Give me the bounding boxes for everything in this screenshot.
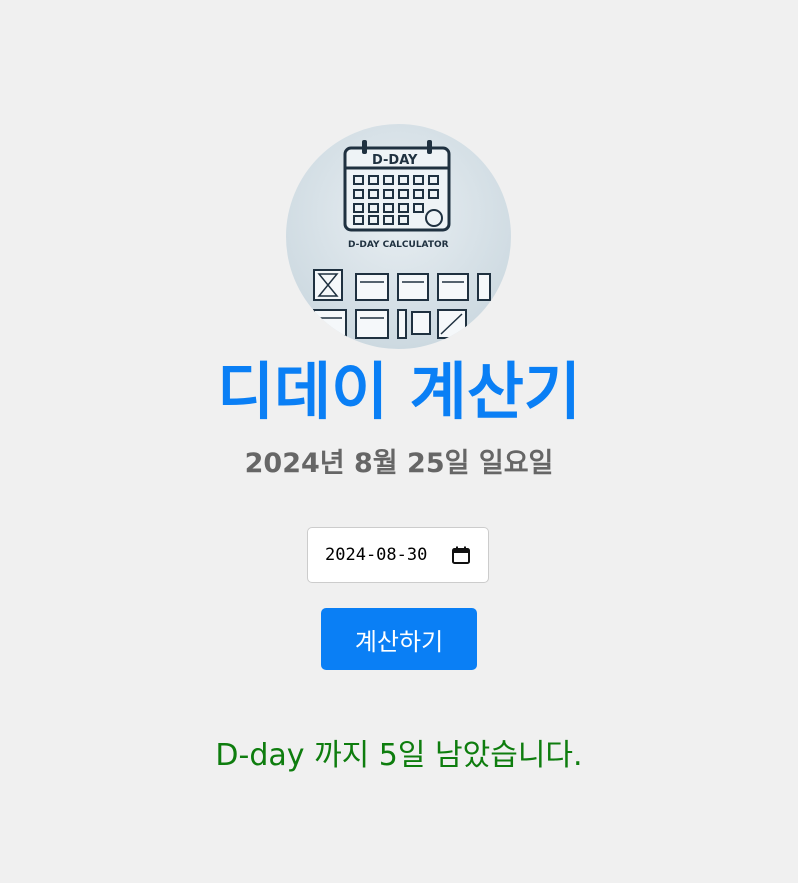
calculate-button[interactable]: 계산하기 — [321, 608, 477, 670]
logo-text: D-DAY — [372, 153, 418, 168]
calendar-illustration-icon: D-DAY D-DAY CALCULATOR — [313, 140, 491, 339]
target-date-value: 2024-08-30 — [325, 545, 428, 565]
page-title: 디데이 계산기 — [217, 355, 581, 428]
today-date: 2024년 8월 25일 일요일 — [244, 448, 554, 479]
page: D-DAY D-DAY CALCULATOR 디데이 계산기 2024년 8월 … — [0, 0, 798, 883]
d-day-result: D-day 까지 5일 남았습니다. — [215, 738, 583, 773]
logo-caption: D-DAY CALCULATOR — [348, 240, 449, 250]
d-day-calculator-logo: D-DAY D-DAY CALCULATOR — [286, 124, 511, 349]
calendar-icon[interactable] — [452, 546, 470, 564]
target-date-input[interactable]: 2024-08-30 — [307, 527, 489, 583]
